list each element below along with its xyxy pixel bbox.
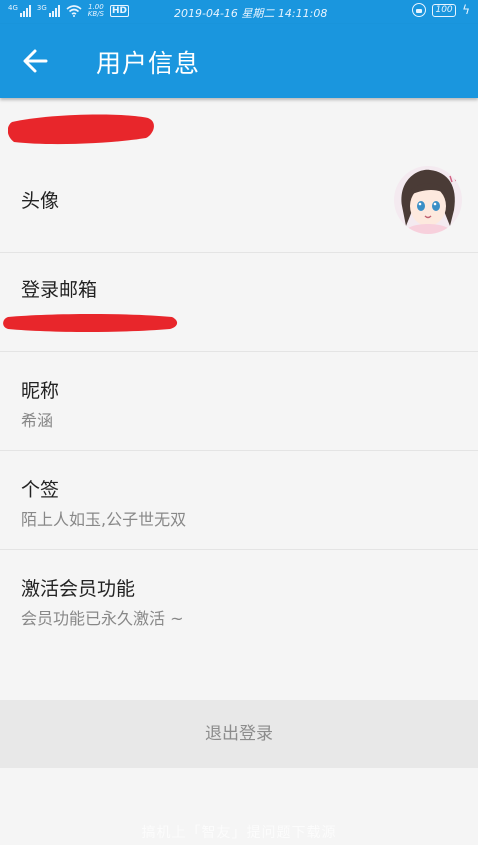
back-button[interactable] bbox=[20, 46, 54, 76]
signature-value: 陌上人如玉,公子世无双 bbox=[21, 510, 187, 529]
status-bar: 4G 3G 1.00 KB/S HD 2019-04-16 星期二 14:11:… bbox=[0, 0, 478, 24]
wifi-icon bbox=[66, 5, 82, 17]
network-type-1: 4G bbox=[8, 4, 18, 12]
redacted-email bbox=[3, 314, 178, 332]
hd-voice-icon: HD bbox=[109, 5, 129, 17]
vip-label: 激活会员功能 bbox=[21, 578, 136, 600]
vip-row[interactable]: 激活会员功能 会员功能已永久激活 ~ bbox=[0, 550, 478, 649]
nickname-label: 昵称 bbox=[21, 380, 60, 402]
battery-icon: 100 bbox=[432, 3, 457, 17]
cellular-signal-icon: 4G bbox=[8, 5, 31, 17]
avatar-label: 头像 bbox=[21, 190, 60, 212]
status-datetime: 2019-04-16 星期二 14:11:08 bbox=[174, 7, 328, 20]
signature-row[interactable]: 个签 陌上人如玉,公子世无双 bbox=[0, 451, 478, 550]
email-row[interactable]: 登录邮箱 bbox=[0, 253, 478, 352]
avatar[interactable] bbox=[394, 166, 462, 234]
network-type-2: 3G bbox=[36, 4, 47, 12]
page-title: 用户信息 bbox=[96, 49, 201, 78]
rotation-lock-icon bbox=[412, 3, 427, 17]
email-label: 登录邮箱 bbox=[21, 279, 98, 301]
nickname-row[interactable]: 昵称 希涵 bbox=[0, 352, 478, 451]
arrow-left-icon bbox=[23, 49, 48, 73]
nickname-value: 希涵 bbox=[21, 411, 54, 430]
signature-label: 个签 bbox=[21, 479, 60, 501]
vip-value: 会员功能已永久激活 ~ bbox=[21, 609, 184, 628]
redacted-username bbox=[8, 114, 154, 145]
cellular-signal-icon-2: 3G bbox=[37, 5, 60, 17]
network-speed: 1.00 KB/S bbox=[87, 3, 104, 18]
app-toolbar: 用户信息 bbox=[0, 24, 478, 98]
watermark: 搞机上「智友」提问题下载源 bbox=[141, 825, 337, 841]
charging-icon: ϟ bbox=[462, 3, 470, 17]
avatar-image bbox=[394, 166, 462, 234]
logout-button[interactable]: 退出登录 bbox=[0, 700, 478, 768]
